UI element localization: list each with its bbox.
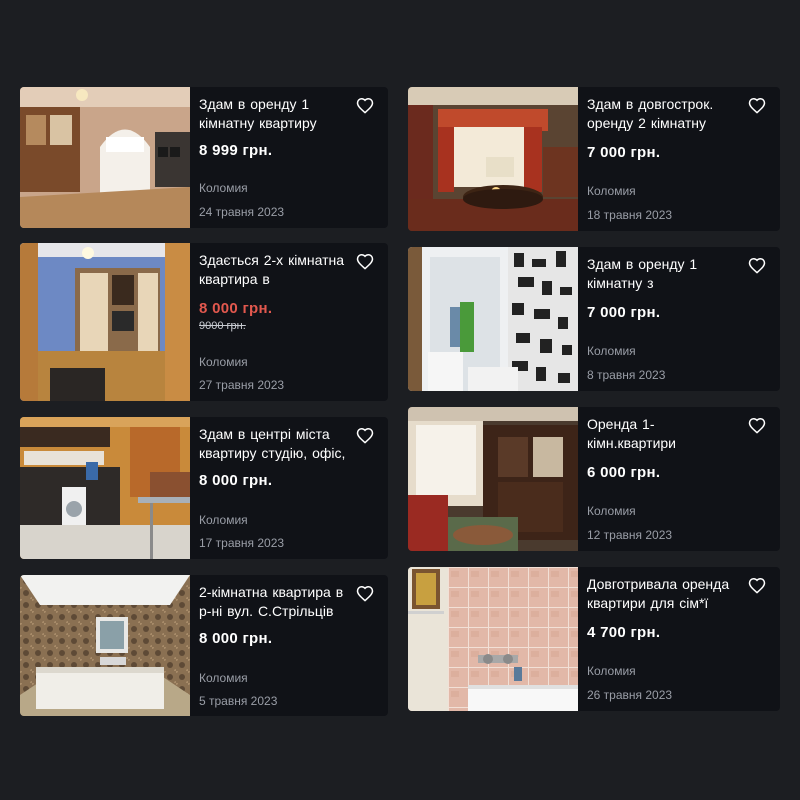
listing-title[interactable]: Здам в довгострок. оренду 2 кімнатну — [587, 95, 737, 133]
listing-photo[interactable] — [20, 243, 190, 401]
listing-old-price: 9000 грн. — [199, 320, 246, 332]
listing-info: Здам в довгострок. оренду 2 кімнатну 7 0… — [578, 87, 780, 231]
listing-date: 26 травня 2023 — [587, 688, 673, 702]
listing-card[interactable]: Оренда 1-кімн.квартири 6 000 грн. Коломи… — [408, 407, 780, 551]
listing-date: 5 травня 2023 — [199, 694, 278, 708]
listing-info: 2-кімнатна квартира в р-ні вул. С.Стріль… — [190, 575, 388, 716]
listing-city: Коломия — [199, 355, 248, 369]
listing-photo[interactable] — [408, 247, 578, 391]
listing-city: Коломия — [199, 181, 248, 195]
listing-price: 6 000 грн. — [587, 464, 661, 481]
listing-price: 4 700 грн. — [587, 624, 661, 641]
listing-photo[interactable] — [20, 87, 190, 228]
listing-photo[interactable] — [408, 407, 578, 551]
favorite-heart-icon[interactable] — [748, 97, 766, 114]
listing-city: Коломия — [199, 671, 248, 685]
favorite-heart-icon[interactable] — [356, 427, 374, 444]
listing-info: Оренда 1-кімн.квартири 6 000 грн. Коломи… — [578, 407, 780, 551]
listing-price: 7 000 грн. — [587, 304, 661, 321]
listing-info: Здається 2-х кімнатна квартира в 8 000 г… — [190, 243, 388, 401]
favorite-heart-icon[interactable] — [356, 585, 374, 602]
listing-date: 8 травня 2023 — [587, 368, 666, 382]
listing-photo[interactable] — [408, 87, 578, 231]
listing-city: Коломия — [587, 504, 636, 518]
listing-photo[interactable] — [20, 575, 190, 716]
listing-date: 17 травня 2023 — [199, 536, 285, 550]
listing-photo[interactable] — [408, 567, 578, 711]
listing-date: 24 травня 2023 — [199, 205, 285, 219]
listing-city: Коломия — [587, 664, 636, 678]
listing-date: 27 травня 2023 — [199, 378, 285, 392]
listing-city: Коломия — [587, 184, 636, 198]
listing-price: 8 000 грн. — [199, 300, 273, 317]
listing-title[interactable]: 2-кімнатна квартира в р-ні вул. С.Стріль… — [199, 583, 349, 621]
favorite-heart-icon[interactable] — [356, 97, 374, 114]
listing-city: Коломия — [199, 513, 248, 527]
listing-title[interactable]: Здам в центрі міста квартиру студію, офі… — [199, 425, 349, 463]
favorite-heart-icon[interactable] — [356, 253, 374, 270]
listing-title[interactable]: Здам в оренду 1 кімнатну квартиру — [199, 95, 349, 133]
listing-price: 8 000 грн. — [199, 472, 273, 489]
favorite-heart-icon[interactable] — [748, 257, 766, 274]
listing-card[interactable]: Здам в оренду 1 кімнатну з 7 000 грн. Ко… — [408, 247, 780, 391]
favorite-heart-icon[interactable] — [748, 417, 766, 434]
listing-city: Коломия — [587, 344, 636, 358]
listing-photo[interactable] — [20, 417, 190, 559]
listing-title[interactable]: Здам в оренду 1 кімнатну з — [587, 255, 737, 293]
listing-card[interactable]: Здам в оренду 1 кімнатну квартиру 8 999 … — [20, 87, 388, 228]
listing-title[interactable]: Довготривала оренда квартири для сім*ї — [587, 575, 737, 613]
listing-card[interactable]: 2-кімнатна квартира в р-ні вул. С.Стріль… — [20, 575, 388, 716]
favorite-heart-icon[interactable] — [748, 577, 766, 594]
listing-date: 12 травня 2023 — [587, 528, 673, 542]
listing-info: Здам в центрі міста квартиру студію, офі… — [190, 417, 388, 559]
listing-title[interactable]: Здається 2-х кімнатна квартира в — [199, 251, 349, 289]
listing-date: 18 травня 2023 — [587, 208, 673, 222]
listing-info: Здам в оренду 1 кімнатну з 7 000 грн. Ко… — [578, 247, 780, 391]
listing-price: 7 000 грн. — [587, 144, 661, 161]
listing-card[interactable]: Довготривала оренда квартири для сім*ї 4… — [408, 567, 780, 711]
listing-title[interactable]: Оренда 1-кімн.квартири — [587, 415, 737, 453]
listing-card[interactable]: Здається 2-х кімнатна квартира в 8 000 г… — [20, 243, 388, 401]
listing-price: 8 999 грн. — [199, 142, 273, 159]
listing-price: 8 000 грн. — [199, 630, 273, 647]
listing-info: Довготривала оренда квартири для сім*ї 4… — [578, 567, 780, 711]
listing-info: Здам в оренду 1 кімнатну квартиру 8 999 … — [190, 87, 388, 228]
listing-card[interactable]: Здам в довгострок. оренду 2 кімнатну 7 0… — [408, 87, 780, 231]
listing-card[interactable]: Здам в центрі міста квартиру студію, офі… — [20, 417, 388, 559]
